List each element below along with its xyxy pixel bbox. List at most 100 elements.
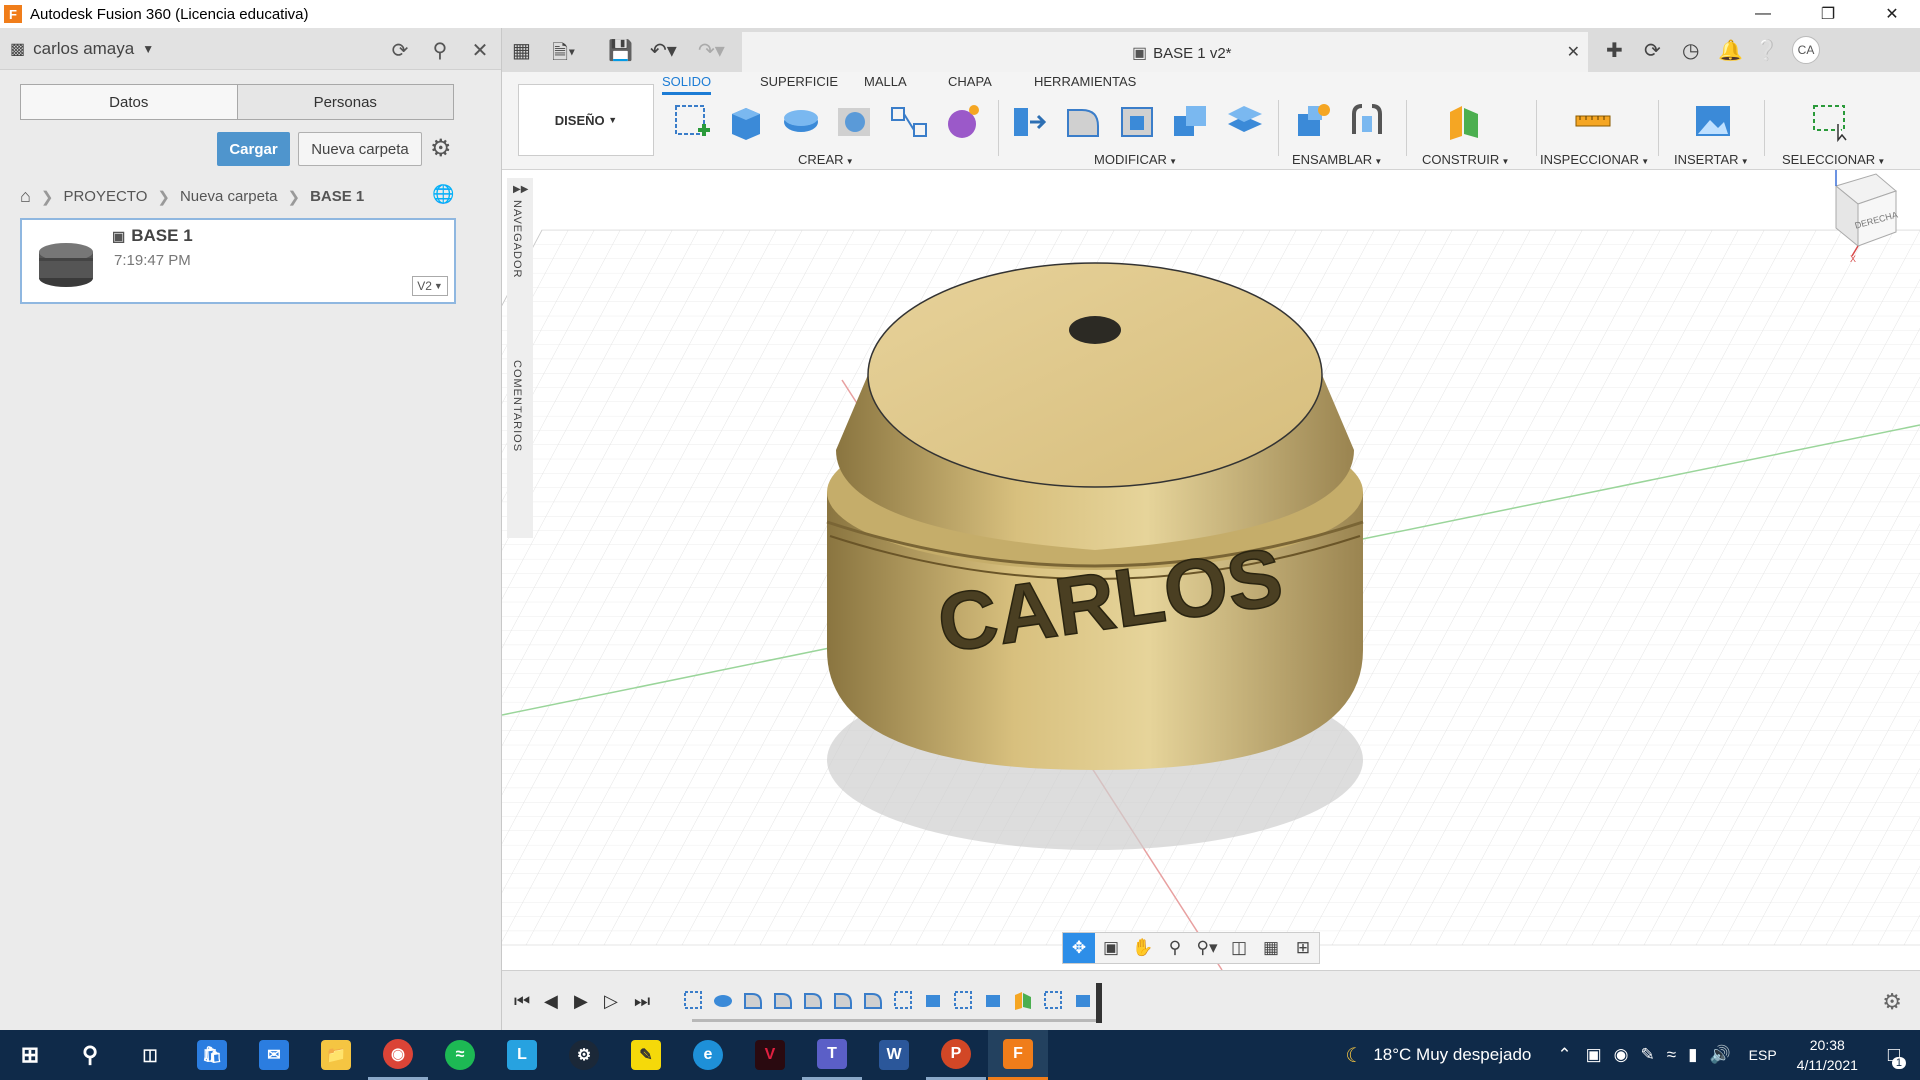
- timeline-marker[interactable]: [1096, 983, 1102, 1023]
- wifi-icon[interactable]: ≈: [1667, 1045, 1676, 1065]
- tab-datos[interactable]: Datos: [21, 85, 237, 119]
- timeline-fillet-icon[interactable]: [772, 989, 794, 1011]
- taskbar-sticky-notes[interactable]: ✎: [616, 1030, 676, 1080]
- tab-malla[interactable]: MALLA: [864, 74, 907, 89]
- notifications-icon[interactable]: 🔔: [1718, 38, 1743, 63]
- go-to-start-icon[interactable]: ⏮: [514, 991, 530, 1012]
- group-ensamblar[interactable]: ENSAMBLAR ▼: [1292, 152, 1382, 167]
- timeline-extrude-icon[interactable]: [982, 989, 1004, 1011]
- help-icon[interactable]: ❔: [1754, 38, 1779, 63]
- fit-icon[interactable]: ⚲▾: [1191, 933, 1223, 963]
- viewports-icon[interactable]: ⊞: [1287, 933, 1319, 963]
- group-insertar[interactable]: INSERTAR ▼: [1674, 152, 1749, 167]
- tab-solido[interactable]: SOLIDO: [662, 74, 712, 95]
- pan-icon[interactable]: ✋: [1127, 933, 1159, 963]
- new-tab-icon[interactable]: ✚: [1606, 38, 1623, 63]
- tab-personas[interactable]: Personas: [236, 85, 453, 119]
- taskbar-app-v[interactable]: V: [740, 1030, 800, 1080]
- play-icon[interactable]: ▶: [574, 991, 588, 1012]
- step-back-icon[interactable]: ◀: [544, 991, 558, 1012]
- clock[interactable]: 20:38 4/11/2021: [1797, 1035, 1858, 1075]
- timeline-sketch-icon[interactable]: [952, 989, 974, 1011]
- group-seleccionar[interactable]: SELECCIONAR ▼: [1782, 152, 1885, 167]
- timeline-revolve-icon[interactable]: [712, 989, 734, 1011]
- workspace-switcher[interactable]: DISEÑO ▼: [518, 84, 654, 156]
- taskbar-edge[interactable]: e: [678, 1030, 738, 1080]
- restore-button[interactable]: ❐: [1800, 0, 1856, 28]
- new-folder-button[interactable]: Nueva carpeta: [298, 132, 422, 166]
- timeline-sketch-icon[interactable]: [682, 989, 704, 1011]
- volume-icon[interactable]: 🔊: [1709, 1045, 1730, 1065]
- press-pull-icon[interactable]: [1008, 100, 1050, 142]
- comments-tab[interactable]: COMENTARIOS: [511, 360, 523, 452]
- job-status-icon[interactable]: ◷: [1682, 38, 1699, 63]
- insert-image-icon[interactable]: [1692, 100, 1734, 142]
- timeline-extrude-icon[interactable]: [922, 989, 944, 1011]
- expand-browser-icon[interactable]: ▶▶: [513, 184, 528, 195]
- timeline-sketch-icon[interactable]: [892, 989, 914, 1011]
- taskbar-spotify[interactable]: ≈: [430, 1030, 490, 1080]
- new-component-icon[interactable]: [1292, 100, 1334, 142]
- taskbar-fusion360[interactable]: F: [988, 1030, 1048, 1080]
- taskbar-chrome[interactable]: ◉: [368, 1030, 428, 1080]
- orbit-icon[interactable]: ✥: [1063, 933, 1095, 963]
- offset-face-icon[interactable]: [1224, 100, 1266, 142]
- timeline-fillet-icon[interactable]: [742, 989, 764, 1011]
- file-menu-icon[interactable]: 🗎▾: [552, 38, 575, 72]
- search-icon[interactable]: ⚲: [426, 36, 454, 64]
- group-modificar[interactable]: MODIFICAR ▼: [1094, 152, 1177, 167]
- teams-tray-icon[interactable]: ✎: [1641, 1045, 1655, 1065]
- taskbar-launcher[interactable]: L: [492, 1030, 552, 1080]
- user-selector[interactable]: ▩ carlos amaya ▼: [10, 39, 154, 59]
- version-dropdown[interactable]: V2 ▼: [412, 276, 448, 296]
- extensions-icon[interactable]: ⟳: [1644, 38, 1661, 63]
- undo-icon[interactable]: ↶▾: [650, 38, 677, 63]
- construct-plane-icon[interactable]: [1444, 100, 1486, 142]
- breadcrumb-folder[interactable]: Nueva carpeta: [180, 188, 278, 205]
- globe-icon[interactable]: 🌐: [432, 184, 454, 205]
- group-inspeccionar[interactable]: INSPECCIONAR ▼: [1540, 152, 1649, 167]
- loft-icon[interactable]: [888, 100, 930, 142]
- timeline-extrude-icon[interactable]: [1072, 989, 1094, 1011]
- shell-icon[interactable]: [1116, 100, 1158, 142]
- timeline-sketch-icon[interactable]: [1042, 989, 1064, 1011]
- zoom-icon[interactable]: ⚲: [1159, 933, 1191, 963]
- combine-icon[interactable]: [1170, 100, 1212, 142]
- taskbar-word[interactable]: W: [864, 1030, 924, 1080]
- start-button[interactable]: ⊞: [0, 1030, 60, 1080]
- taskbar-file-explorer[interactable]: 📁: [306, 1030, 366, 1080]
- extrude-icon[interactable]: [726, 100, 768, 142]
- tab-chapa[interactable]: CHAPA: [948, 74, 992, 89]
- select-icon[interactable]: [1810, 100, 1852, 142]
- app-grid-icon[interactable]: ▦: [512, 38, 531, 63]
- language-indicator[interactable]: ESP: [1749, 1047, 1777, 1063]
- revolve-icon[interactable]: [780, 100, 822, 142]
- upload-button[interactable]: Cargar: [217, 132, 290, 166]
- close-panel-icon[interactable]: ✕: [466, 36, 494, 64]
- viewcube[interactable]: DERECHA Z X: [1806, 170, 1916, 266]
- close-tab-icon[interactable]: ✕: [1567, 42, 1580, 62]
- taskbar-teams[interactable]: T: [802, 1030, 862, 1080]
- grid-settings-icon[interactable]: ▦: [1255, 933, 1287, 963]
- fillet-icon[interactable]: [1062, 100, 1104, 142]
- taskbar-store[interactable]: 🛍: [182, 1030, 242, 1080]
- group-crear[interactable]: CREAR ▼: [798, 152, 854, 167]
- tab-superficie[interactable]: SUPERFICIE: [760, 74, 838, 89]
- user-avatar[interactable]: CA: [1792, 36, 1820, 64]
- timeline-fillet-icon[interactable]: [802, 989, 824, 1011]
- file-card[interactable]: ▣ BASE 1 7:19:47 PM V2 ▼: [20, 218, 456, 304]
- 3d-viewport[interactable]: CARLOS DERECHA Z X: [502, 170, 1920, 970]
- redo-icon[interactable]: ↷▾: [698, 38, 725, 63]
- create-sketch-icon[interactable]: [672, 100, 714, 142]
- notification-center[interactable]: □ 1: [1888, 1044, 1906, 1069]
- refresh-icon[interactable]: ⟳: [386, 36, 414, 64]
- chevron-up-icon[interactable]: ⌃: [1557, 1045, 1571, 1065]
- display-settings-icon[interactable]: ◫: [1223, 933, 1255, 963]
- save-icon[interactable]: 💾: [608, 38, 633, 63]
- timeline-settings-icon[interactable]: ⚙: [1882, 989, 1902, 1015]
- timeline-fillet-icon[interactable]: [862, 989, 884, 1011]
- look-at-icon[interactable]: ▣: [1095, 933, 1127, 963]
- search-button[interactable]: ⚲: [60, 1030, 120, 1080]
- taskbar-powerpoint[interactable]: P: [926, 1030, 986, 1080]
- sweep-icon[interactable]: [834, 100, 876, 142]
